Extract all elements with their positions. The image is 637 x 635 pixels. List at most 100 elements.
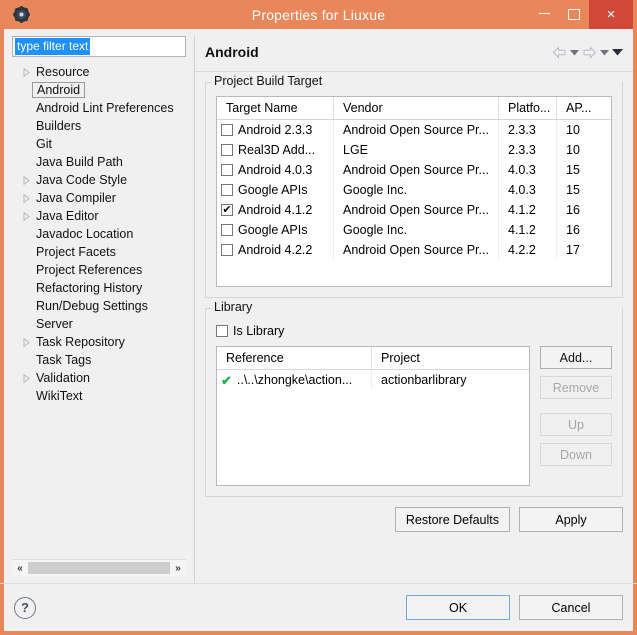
tree-horizontal-scrollbar[interactable]: « » — [12, 559, 186, 576]
build-target-filler — [217, 260, 611, 286]
build-target-name-cell[interactable]: Android 4.2.2 — [217, 240, 334, 260]
build-target-vendor: Android Open Source Pr... — [334, 240, 499, 260]
up-button: Up — [540, 413, 612, 436]
library-title: Library — [212, 300, 256, 314]
build-target-row[interactable]: Android 4.2.2Android Open Source Pr...4.… — [217, 240, 611, 260]
view-menu-chevron-down-icon[interactable] — [612, 48, 623, 56]
build-target-vendor: Google Inc. — [334, 180, 499, 200]
sidebar-item-run-debug-settings[interactable]: Run/Debug Settings — [12, 297, 186, 315]
build-target-body[interactable]: Android 2.3.3Android Open Source Pr...2.… — [217, 120, 611, 260]
build-target-row[interactable]: Android 2.3.3Android Open Source Pr...2.… — [217, 120, 611, 140]
target-checkbox-checked[interactable]: ✔ — [221, 204, 233, 216]
build-target-name: Real3D Add... — [238, 140, 315, 160]
build-target-name-cell[interactable]: Google APIs — [217, 220, 334, 240]
settings-tree[interactable]: ResourceAndroidAndroid Lint PreferencesB… — [12, 63, 186, 559]
sidebar-item-android-lint-preferences[interactable]: Android Lint Preferences — [12, 99, 186, 117]
apply-button[interactable]: Apply — [519, 507, 623, 532]
sidebar-item-resource[interactable]: Resource — [12, 63, 186, 81]
is-library-row[interactable]: Is Library — [216, 324, 612, 338]
library-table[interactable]: ReferenceProject ✔..\..\zhongke\action..… — [216, 346, 530, 486]
target-checkbox[interactable] — [221, 124, 233, 136]
library-body-rows[interactable]: ✔..\..\zhongke\action...actionbarlibrary — [217, 370, 529, 390]
build-target-name-cell[interactable]: Android 2.3.3 — [217, 120, 334, 140]
target-checkbox[interactable] — [221, 144, 233, 156]
forward-arrow-icon[interactable] — [582, 46, 597, 59]
build-target-name-cell[interactable]: Google APIs — [217, 180, 334, 200]
back-arrow-icon[interactable] — [552, 46, 567, 59]
close-button[interactable]: × — [589, 0, 633, 29]
filter-input[interactable]: type filter text — [12, 36, 186, 57]
expand-triangle-icon[interactable] — [20, 338, 33, 347]
sidebar-item-java-build-path[interactable]: Java Build Path — [12, 153, 186, 171]
scroll-left-arrow-icon[interactable]: « — [12, 560, 28, 576]
build-target-row[interactable]: Google APIsGoogle Inc.4.0.315 — [217, 180, 611, 200]
sidebar-item-javadoc-location[interactable]: Javadoc Location — [12, 225, 186, 243]
sidebar-item-project-facets[interactable]: Project Facets — [12, 243, 186, 261]
sidebar-item-server[interactable]: Server — [12, 315, 186, 333]
cancel-button[interactable]: Cancel — [519, 595, 623, 620]
expand-triangle-icon[interactable] — [20, 176, 33, 185]
forward-menu-chevron-down-icon[interactable] — [600, 49, 609, 56]
target-checkbox[interactable] — [221, 224, 233, 236]
build-target-name-cell[interactable]: ✔Android 4.1.2 — [217, 200, 334, 220]
library-row[interactable]: ✔..\..\zhongke\action...actionbarlibrary — [217, 370, 529, 390]
sidebar-item-label: Server — [33, 317, 76, 331]
library-column-header[interactable]: Reference — [217, 347, 372, 369]
expand-triangle-icon[interactable] — [20, 212, 33, 221]
target-checkbox[interactable] — [221, 244, 233, 256]
library-project-name: actionbarlibrary — [372, 370, 522, 390]
sidebar-item-git[interactable]: Git — [12, 135, 186, 153]
build-target-row[interactable]: Android 4.0.3Android Open Source Pr...4.… — [217, 160, 611, 180]
target-checkbox[interactable] — [221, 164, 233, 176]
build-target-platform: 4.0.3 — [499, 160, 557, 180]
sidebar-item-label: WikiText — [33, 389, 86, 403]
sidebar-item-project-references[interactable]: Project References — [12, 261, 186, 279]
build-target-column-header[interactable]: AP... — [557, 97, 602, 119]
scroll-track[interactable] — [28, 560, 170, 576]
build-target-row[interactable]: Real3D Add...LGE2.3.310 — [217, 140, 611, 160]
scroll-thumb[interactable] — [28, 562, 170, 574]
sidebar-item-validation[interactable]: Validation — [12, 369, 186, 387]
scroll-right-arrow-icon[interactable]: » — [170, 560, 186, 576]
target-checkbox[interactable] — [221, 184, 233, 196]
maximize-button[interactable] — [559, 0, 589, 29]
sidebar-item-task-repository[interactable]: Task Repository — [12, 333, 186, 351]
build-target-vendor: Android Open Source Pr... — [334, 160, 499, 180]
sidebar-item-wikitext[interactable]: WikiText — [12, 387, 186, 405]
sidebar-item-label: Javadoc Location — [33, 227, 136, 241]
library-status-check-icon: ✔ — [221, 374, 232, 387]
sidebar-item-java-editor[interactable]: Java Editor — [12, 207, 186, 225]
build-target-row[interactable]: ✔Android 4.1.2Android Open Source Pr...4… — [217, 200, 611, 220]
sidebar-item-builders[interactable]: Builders — [12, 117, 186, 135]
restore-defaults-button[interactable]: Restore Defaults — [395, 507, 510, 532]
sidebar-item-refactoring-history[interactable]: Refactoring History — [12, 279, 186, 297]
header-divider — [195, 71, 633, 72]
page-title: Android — [205, 44, 259, 60]
build-target-platform: 2.3.3 — [499, 120, 557, 140]
sidebar-item-java-code-style[interactable]: Java Code Style — [12, 171, 186, 189]
library-reference-cell[interactable]: ✔..\..\zhongke\action... — [217, 370, 372, 390]
expand-triangle-icon[interactable] — [20, 194, 33, 203]
add-button[interactable]: Add... — [540, 346, 612, 369]
sidebar-item-java-compiler[interactable]: Java Compiler — [12, 189, 186, 207]
build-target-column-header[interactable]: Vendor — [334, 97, 499, 119]
build-target-column-header[interactable]: Target Name — [217, 97, 334, 119]
title-bar[interactable]: Properties for Liuxue × — [4, 0, 633, 29]
library-column-header[interactable]: Project — [372, 347, 522, 369]
sidebar-item-android[interactable]: Android — [12, 81, 186, 99]
properties-dialog: Properties for Liuxue × type filter text… — [0, 0, 637, 635]
build-target-name-cell[interactable]: Real3D Add... — [217, 140, 334, 160]
minimize-button[interactable] — [529, 0, 559, 29]
build-target-table[interactable]: Target NameVendorPlatfo...AP... Android … — [216, 96, 612, 287]
build-target-name-cell[interactable]: Android 4.0.3 — [217, 160, 334, 180]
sidebar-item-task-tags[interactable]: Task Tags — [12, 351, 186, 369]
expand-triangle-icon[interactable] — [20, 68, 33, 77]
ok-button[interactable]: OK — [406, 595, 510, 620]
expand-triangle-icon[interactable] — [20, 374, 33, 383]
is-library-checkbox[interactable] — [216, 325, 228, 337]
help-icon[interactable]: ? — [14, 597, 36, 619]
build-target-row[interactable]: Google APIsGoogle Inc.4.1.216 — [217, 220, 611, 240]
build-target-column-header[interactable]: Platfo... — [499, 97, 557, 119]
back-menu-chevron-down-icon[interactable] — [570, 49, 579, 56]
dialog-footer: ? OK Cancel — [4, 584, 633, 631]
